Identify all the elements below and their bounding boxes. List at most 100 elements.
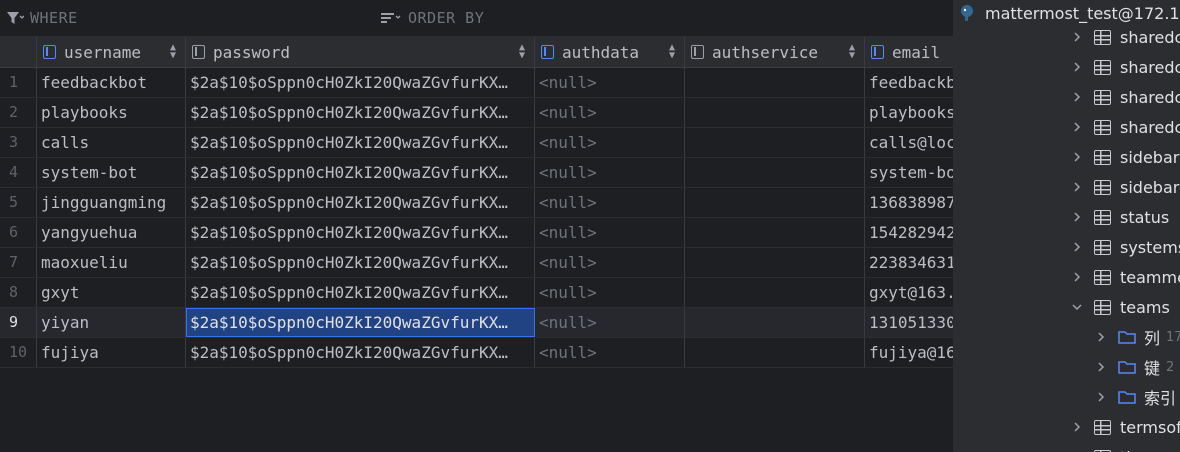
table-row[interactable]: 8 gxyt $2a$10$oSppn0cH0ZkI20QwaZGvfurKX… <n… (0, 278, 953, 308)
cell-authdata[interactable]: <null> (535, 158, 685, 187)
table-row[interactable]: 4 system-bot $2a$10$oSppn0cH0ZkI20QwaZGvfu… (0, 158, 953, 188)
cell-authdata[interactable]: <null> (535, 248, 685, 277)
row-number[interactable]: 4 (0, 158, 37, 187)
table-row[interactable]: 6 yangyuehua $2a$10$oSppn0cH0ZkI20QwaZGvfu… (0, 218, 953, 248)
sort-arrows-icon[interactable]: ▲ ▼ (669, 43, 675, 61)
tree-table[interactable]: teams (953, 292, 1180, 322)
row-number[interactable]: 3 (0, 128, 37, 157)
cell-authdata[interactable]: <null> (535, 338, 685, 367)
cell-username[interactable]: yiyan (37, 308, 186, 337)
cell-email[interactable]: 154282942 (865, 218, 953, 247)
cell-authdata[interactable]: <null> (535, 128, 685, 157)
sort-arrows-icon[interactable]: ▲ ▼ (849, 43, 855, 61)
where-filter[interactable]: WHERE (6, 9, 78, 27)
table-row[interactable]: 10 fujiya $2a$10$oSppn0cH0ZkI20QwaZGvfurKX… (0, 338, 953, 368)
cell-username[interactable]: gxyt (37, 278, 186, 307)
chevron-right-icon[interactable] (1070, 30, 1084, 44)
row-number[interactable]: 9 (0, 308, 37, 337)
cell-password[interactable]: $2a$10$oSppn0cH0ZkI20QwaZGvfurKX… (186, 128, 535, 157)
cell-email[interactable]: 223834631 (865, 248, 953, 277)
sort-arrows-icon[interactable]: ▲ ▼ (519, 43, 525, 61)
tree-table[interactable]: sidebarc (953, 172, 1180, 202)
cell-email[interactable]: feedbackb (865, 68, 953, 97)
cell-authservice[interactable] (685, 218, 865, 247)
table-row[interactable]: 9 yiyan $2a$10$oSppn0cH0ZkI20QwaZGvfurKX… <… (0, 308, 953, 338)
tree-table[interactable]: status (953, 202, 1180, 232)
chevron-right-icon[interactable] (1070, 180, 1084, 194)
cell-username[interactable]: maoxueliu (37, 248, 186, 277)
cell-authdata[interactable]: <null> (535, 188, 685, 217)
column-header-password[interactable]: password ▲ ▼ (186, 37, 535, 67)
chevron-right-icon[interactable] (1094, 330, 1108, 344)
tree-table[interactable]: sharedc (953, 52, 1180, 82)
cell-username[interactable]: playbooks (37, 98, 186, 127)
chevron-right-icon[interactable] (1070, 270, 1084, 284)
column-header-authdata[interactable]: authdata ▲ ▼ (535, 37, 685, 67)
cell-username[interactable]: fujiya (37, 338, 186, 367)
tree-table[interactable]: systems (953, 232, 1180, 262)
sort-arrows-icon[interactable]: ▲ ▼ (170, 43, 176, 61)
tree-folder[interactable]: 列 17 (953, 322, 1180, 352)
chevron-right-icon[interactable] (1070, 150, 1084, 164)
chevron-right-icon[interactable] (1070, 210, 1084, 224)
tree-table[interactable]: sidebarc (953, 142, 1180, 172)
cell-authdata[interactable]: <null> (535, 308, 685, 337)
cell-password[interactable]: $2a$10$oSppn0cH0ZkI20QwaZGvfurKX… (186, 188, 535, 217)
cell-authdata[interactable]: <null> (535, 278, 685, 307)
tree-folder[interactable]: 键2 (953, 352, 1180, 382)
chevron-right-icon[interactable] (1070, 120, 1084, 134)
cell-authservice[interactable] (685, 248, 865, 277)
row-number[interactable]: 10 (0, 338, 37, 367)
cell-email[interactable]: calls@loc (865, 128, 953, 157)
cell-password[interactable]: $2a$10$oSppn0cH0ZkI20QwaZGvfurKX… (186, 278, 535, 307)
cell-username[interactable]: calls (37, 128, 186, 157)
tree-table[interactable]: sharedc (953, 82, 1180, 112)
cell-authservice[interactable] (685, 158, 865, 187)
cell-username[interactable]: feedbackbot (37, 68, 186, 97)
row-number[interactable]: 2 (0, 98, 37, 127)
cell-password[interactable]: $2a$10$oSppn0cH0ZkI20QwaZGvfurKX… (186, 68, 535, 97)
chevron-right-icon[interactable] (1070, 420, 1084, 434)
table-row[interactable]: 5 jingguangming $2a$10$oSppn0cH0ZkI20QwaZG… (0, 188, 953, 218)
row-number[interactable]: 8 (0, 278, 37, 307)
tree-table[interactable]: termsofs (953, 412, 1180, 442)
cell-email[interactable]: gxyt@163. (865, 278, 953, 307)
cell-email[interactable]: system-bo (865, 158, 953, 187)
cell-username[interactable]: jingguangming (37, 188, 186, 217)
cell-password[interactable]: $2a$10$oSppn0cH0ZkI20QwaZGvfurKX… (186, 308, 535, 337)
cell-password[interactable]: $2a$10$oSppn0cH0ZkI20QwaZGvfurKX… (186, 248, 535, 277)
cell-password[interactable]: $2a$10$oSppn0cH0ZkI20QwaZGvfurKX… (186, 218, 535, 247)
tree-table[interactable]: th (953, 442, 1180, 452)
tree-table[interactable]: sharedc (953, 112, 1180, 142)
row-number[interactable]: 7 (0, 248, 37, 277)
chevron-right-icon[interactable] (1094, 390, 1108, 404)
cell-authservice[interactable] (685, 278, 865, 307)
cell-authservice[interactable] (685, 188, 865, 217)
cell-password[interactable]: $2a$10$oSppn0cH0ZkI20QwaZGvfurKX… (186, 158, 535, 187)
row-number[interactable]: 5 (0, 188, 37, 217)
row-number[interactable]: 6 (0, 218, 37, 247)
order-by-filter[interactable]: ORDER BY (380, 9, 484, 27)
chevron-right-icon[interactable] (1070, 90, 1084, 104)
cell-authservice[interactable] (685, 68, 865, 97)
cell-password[interactable]: $2a$10$oSppn0cH0ZkI20QwaZGvfurKX… (186, 338, 535, 367)
cell-authdata[interactable]: <null> (535, 218, 685, 247)
row-number[interactable]: 1 (0, 68, 37, 97)
cell-username[interactable]: yangyuehua (37, 218, 186, 247)
table-row[interactable]: 3 calls $2a$10$oSppn0cH0ZkI20QwaZGvfurKX… <… (0, 128, 953, 158)
cell-authservice[interactable] (685, 128, 865, 157)
table-row[interactable]: 2 playbooks $2a$10$oSppn0cH0ZkI20QwaZGvfur… (0, 98, 953, 128)
cell-email[interactable]: playbooks (865, 98, 953, 127)
cell-username[interactable]: system-bot (37, 158, 186, 187)
column-header-authservice[interactable]: authservice ▲ ▼ (685, 37, 865, 67)
cell-authdata[interactable]: <null> (535, 98, 685, 127)
table-row[interactable]: 1 feedbackbot $2a$10$oSppn0cH0ZkI20QwaZGvf… (0, 68, 953, 98)
chevron-right-icon[interactable] (1070, 240, 1084, 254)
chevron-down-icon[interactable] (1070, 300, 1084, 314)
tree-folder[interactable]: 索引 (953, 382, 1180, 412)
tree-table[interactable]: sharedc (953, 22, 1180, 52)
column-header-username[interactable]: username ▲ ▼ (37, 37, 186, 67)
chevron-right-icon[interactable] (1094, 360, 1108, 374)
cell-email[interactable]: fujiya@16 (865, 338, 953, 367)
column-header-email[interactable]: email (865, 37, 953, 67)
